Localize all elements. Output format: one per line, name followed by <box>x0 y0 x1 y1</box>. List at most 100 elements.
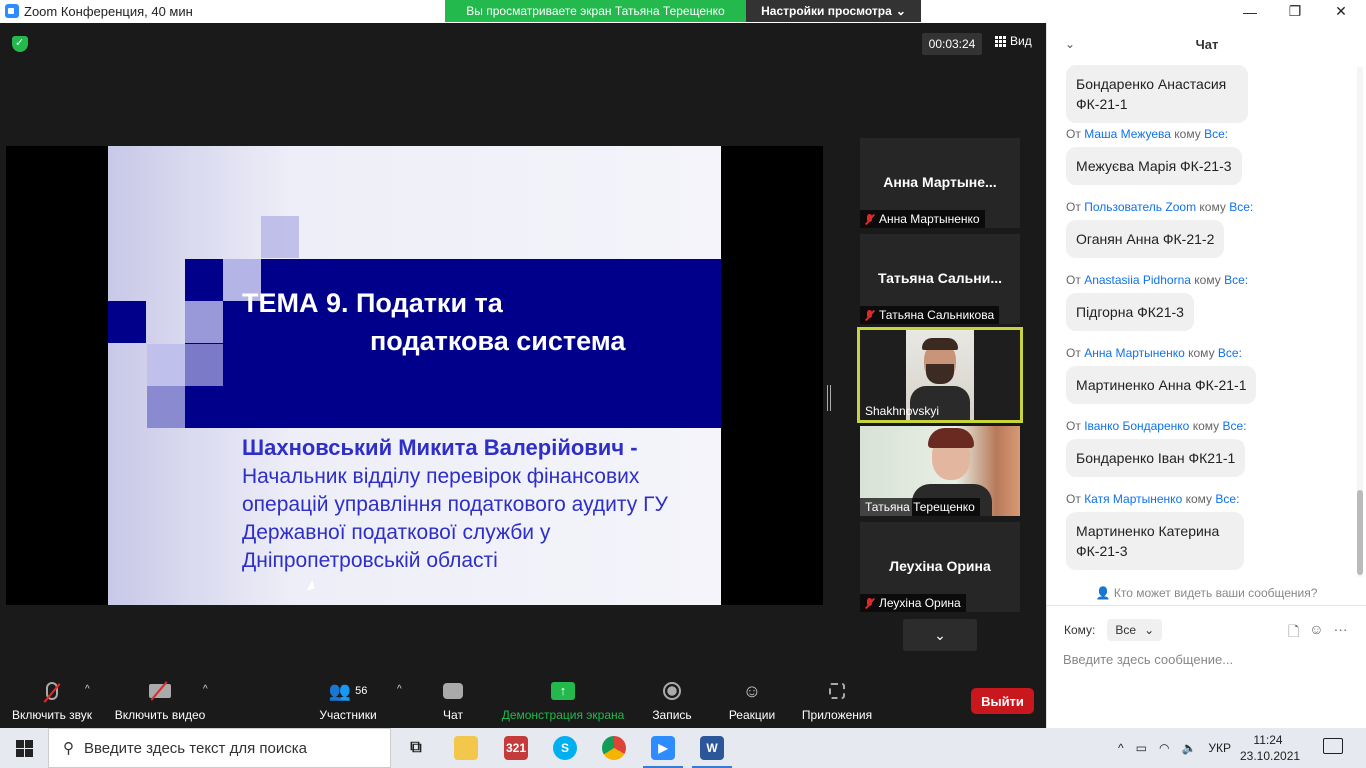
presentation-slide: ТЕМА 9. Податки та податкова система Шах… <box>108 146 721 605</box>
battery-icon[interactable]: ▭ <box>1136 741 1147 755</box>
word-icon[interactable]: W <box>692 736 732 768</box>
zoom-taskbar-icon[interactable]: ▶ <box>643 736 683 768</box>
participants-button[interactable]: 👥 56 Участники <box>312 678 384 723</box>
chat-message: Мартиненко Катерина ФК-21-3 <box>1066 512 1244 570</box>
share-screen-button[interactable]: ↑ Демонстрация экрана <box>498 678 628 722</box>
chat-privacy-link[interactable]: 👤 Кто может видеть ваши сообщения? <box>1047 586 1366 600</box>
clock-time: 11:24 <box>1253 733 1283 747</box>
chat-sender-line: От Маша Межуева кому Все: <box>1066 127 1229 141</box>
chat-message: Підгорна ФК21-3 <box>1066 293 1194 331</box>
chevron-down-icon: ⌄ <box>1144 623 1155 637</box>
chevron-up-icon[interactable]: ^ <box>1118 741 1124 755</box>
chat-message: Мартиненко Анна ФК-21-1 <box>1066 366 1257 404</box>
chat-tools: 🗋 ☺ ··· <box>1288 621 1348 645</box>
view-settings-label: Настройки просмотра <box>761 4 892 18</box>
participant-label: Леухіна Орина <box>860 594 966 612</box>
taskbar-clock[interactable]: 11:24 23.10.2021 <box>1240 732 1301 764</box>
scrollbar-thumb[interactable] <box>1357 490 1363 575</box>
search-icon: ⚲ <box>63 740 74 757</box>
view-label: Вид <box>1010 34 1032 48</box>
participants-options-caret[interactable]: ^ <box>397 684 402 695</box>
audio-options-caret[interactable]: ^ <box>85 684 90 695</box>
start-video-button[interactable]: Включить видео <box>112 678 208 722</box>
more-icon[interactable]: ··· <box>1334 621 1348 645</box>
skype-icon[interactable]: S <box>553 736 577 760</box>
chat-message: Оганян Анна ФК-21-2 <box>1066 220 1225 258</box>
chat-icon <box>432 678 474 704</box>
share-banner-text: Вы просматриваете экран Татьяна Терещенк… <box>445 0 746 22</box>
apps-button[interactable]: Приложения <box>796 678 878 722</box>
smiley-icon: ☺ <box>742 680 762 701</box>
view-settings-button[interactable]: Настройки просмотра ⌄ <box>746 0 921 22</box>
gallery-scroll-down-button[interactable]: ⌄ <box>903 619 977 651</box>
participants-count: 56 <box>355 685 368 697</box>
grid-icon <box>995 35 1006 47</box>
view-button[interactable]: Вид <box>995 34 1032 48</box>
chat-button[interactable]: Чат <box>432 678 474 722</box>
participant-label: Татьяна Терещенко <box>860 498 980 516</box>
mic-muted-icon <box>865 213 874 225</box>
recipient-label: Кому: <box>1064 623 1096 637</box>
chat-sender-line: От Anastasiia Pidhorna кому Все: <box>1066 273 1249 287</box>
start-button[interactable] <box>0 728 48 768</box>
share-banner: Вы просматриваете экран Татьяна Терещенк… <box>445 0 921 22</box>
participant-tile[interactable]: Татьяна Терещенко <box>860 426 1020 516</box>
resize-handle[interactable] <box>827 385 831 411</box>
system-tray: ^ ▭ ◠ 🔈 УКР <box>1118 728 1231 768</box>
windows-taskbar: ⚲ Введите здесь текст для поиска ⧉ 321 S… <box>0 728 1366 768</box>
chevron-down-icon: ⌄ <box>934 626 946 643</box>
chat-message: Межуєва Марія ФК-21-3 <box>1066 147 1242 185</box>
chrome-icon[interactable] <box>602 736 626 760</box>
meeting-timer: 00:03:24 <box>922 33 982 55</box>
file-explorer-icon[interactable] <box>454 736 478 760</box>
calendar-app-icon[interactable]: 321 <box>504 736 528 760</box>
volume-icon[interactable]: 🔈 <box>1181 741 1196 755</box>
video-options-caret[interactable]: ^ <box>203 684 208 695</box>
mic-muted-icon <box>865 597 874 609</box>
slide-title-line1: ТЕМА 9. Податки та <box>242 288 503 318</box>
restore-button[interactable]: ❐ <box>1272 0 1318 23</box>
chat-message-input[interactable] <box>1063 649 1353 669</box>
chat-divider <box>1047 605 1366 606</box>
taskbar-search[interactable]: ⚲ Введите здесь текст для поиска <box>48 728 391 768</box>
wifi-icon[interactable]: ◠ <box>1159 741 1169 755</box>
recipient-select[interactable]: Все ⌄ <box>1107 619 1163 641</box>
language-indicator[interactable]: УКР <box>1208 741 1231 755</box>
participant-name: Анна Мартыне... <box>883 174 997 190</box>
share-screen-icon: ↑ <box>498 678 628 704</box>
leave-button[interactable]: Выйти <box>971 688 1034 714</box>
participant-name: Татьяна Сальни... <box>877 270 1003 286</box>
mic-muted-icon <box>8 678 96 704</box>
zoom-icon <box>5 4 19 18</box>
taskbar-search-placeholder: Введите здесь текст для поиска <box>84 739 307 757</box>
participant-tile[interactable]: Леухіна Орина Леухіна Орина <box>860 522 1020 612</box>
notifications-icon[interactable] <box>1323 738 1343 754</box>
task-view-icon[interactable]: ⧉ <box>404 736 428 760</box>
meeting-area: 00:03:24 Вид ТЕМА 9. Податки та податков… <box>0 23 1046 728</box>
reactions-button[interactable]: ☺ Реакции <box>724 678 780 723</box>
emoji-icon[interactable]: ☺ <box>1309 621 1323 645</box>
windows-icon <box>15 739 33 757</box>
record-button[interactable]: Запись <box>646 678 698 722</box>
window-title: Zoom Конференция, 40 мин <box>24 4 193 19</box>
file-icon[interactable]: 🗋 <box>1288 621 1299 645</box>
participant-tile[interactable]: Анна Мартыне... Анна Мартыненко <box>860 138 1020 228</box>
meeting-toolbar: Включить звук ^ Включить видео ^ 👥 56 Уча… <box>0 670 1046 728</box>
clock-date: 23.10.2021 <box>1240 749 1301 763</box>
title-bar: Zoom Конференция, 40 мин Вы просматривае… <box>0 0 1366 23</box>
security-shield-icon[interactable] <box>12 36 28 52</box>
unmute-button[interactable]: Включить звук <box>8 678 96 722</box>
slide-author: Шахновський Микита Валерійович - <box>242 435 638 460</box>
slide-title-line2: податкова система <box>370 326 626 356</box>
chat-sender-line: От Анна Мартыненко кому Все: <box>1066 346 1242 360</box>
chat-scrollbar[interactable] <box>1357 67 1363 577</box>
active-speaker-tile[interactable]: Shakhnovskyi <box>857 327 1023 423</box>
minimize-button[interactable]: — <box>1227 0 1273 23</box>
chat-messages: Бондаренко Анастасия ФК-21-1 От Маша Меж… <box>1047 65 1366 583</box>
chat-recipient-row: Кому: Все ⌄ <box>1064 619 1163 641</box>
close-button[interactable]: ✕ <box>1318 0 1364 23</box>
shared-screen: ТЕМА 9. Податки та податкова система Шах… <box>6 146 823 605</box>
chevron-down-icon: ⌄ <box>895 4 906 18</box>
chat-message: Бондаренко Іван ФК21-1 <box>1066 439 1246 477</box>
participant-tile[interactable]: Татьяна Сальни... Татьяна Сальникова <box>860 234 1020 324</box>
